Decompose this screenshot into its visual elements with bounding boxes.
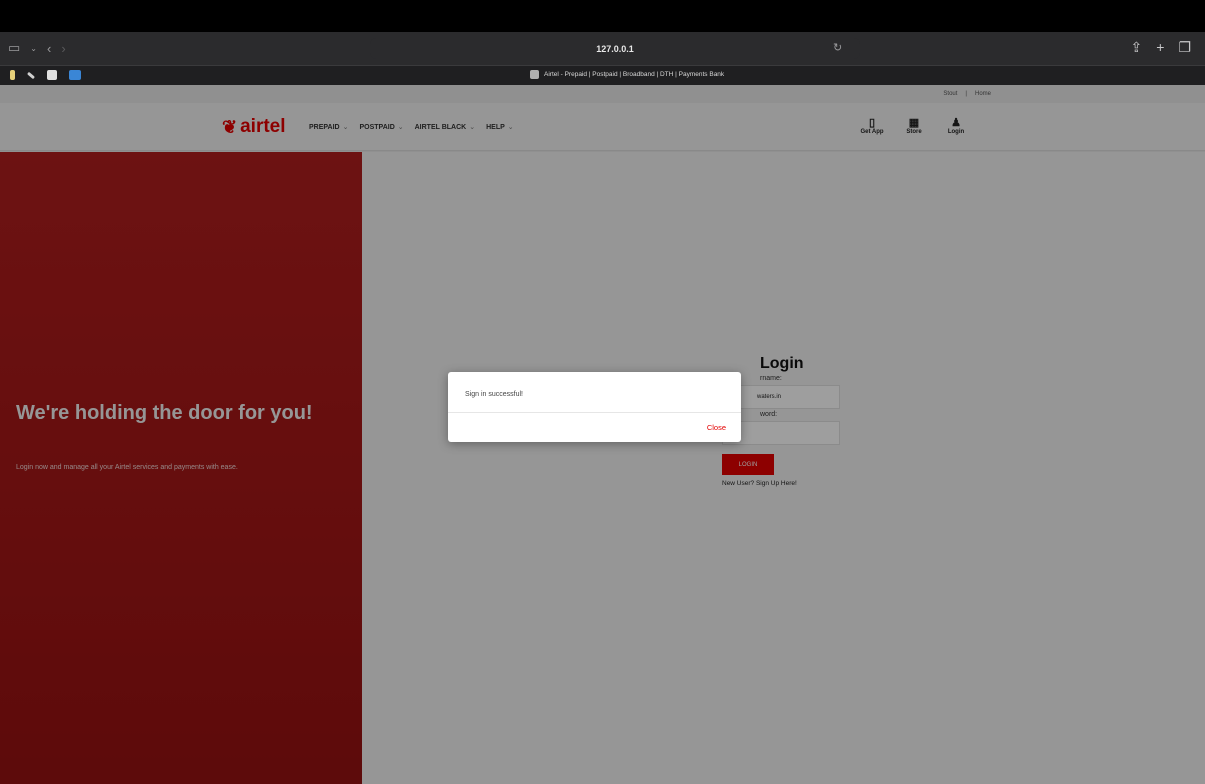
chevron-left-icon[interactable]: ‹	[47, 41, 51, 56]
favorite-icon[interactable]	[10, 70, 15, 80]
active-tab[interactable]: Airtel - Prepaid | Postpaid | Broadband …	[530, 70, 724, 79]
share-icon[interactable]: ⇪	[1131, 39, 1143, 56]
chevron-down-icon[interactable]: ⌄	[30, 44, 37, 53]
divider	[448, 412, 741, 413]
chevron-right-icon[interactable]: ›	[61, 41, 65, 56]
dialog-message: Sign in successful!	[465, 391, 523, 398]
site-favicon-icon	[530, 70, 539, 79]
favorite-icon[interactable]	[47, 70, 57, 80]
screen-top-bar	[0, 0, 1205, 32]
success-dialog: Sign in successful! Close	[448, 372, 741, 442]
close-button[interactable]: Close	[707, 423, 726, 432]
tab-bar: Airtel - Prepaid | Postpaid | Broadband …	[0, 65, 1205, 85]
url-text: 127.0.0.1	[596, 43, 634, 54]
favorite-icon[interactable]	[26, 71, 36, 79]
browser-toolbar: ▭ ⌄ ‹ › 127.0.0.1 ↻ ⇪ + ❐	[0, 32, 1205, 65]
reload-icon[interactable]: ↻	[833, 41, 842, 54]
tab-title: Airtel - Prepaid | Postpaid | Broadband …	[544, 71, 725, 78]
address-bar[interactable]: 127.0.0.1	[370, 38, 860, 59]
tabs-overview-icon[interactable]: ❐	[1178, 39, 1191, 56]
sidebar-toggle-icon[interactable]: ▭	[8, 40, 20, 56]
favorite-icon[interactable]	[69, 70, 81, 80]
new-tab-icon[interactable]: +	[1156, 39, 1164, 56]
